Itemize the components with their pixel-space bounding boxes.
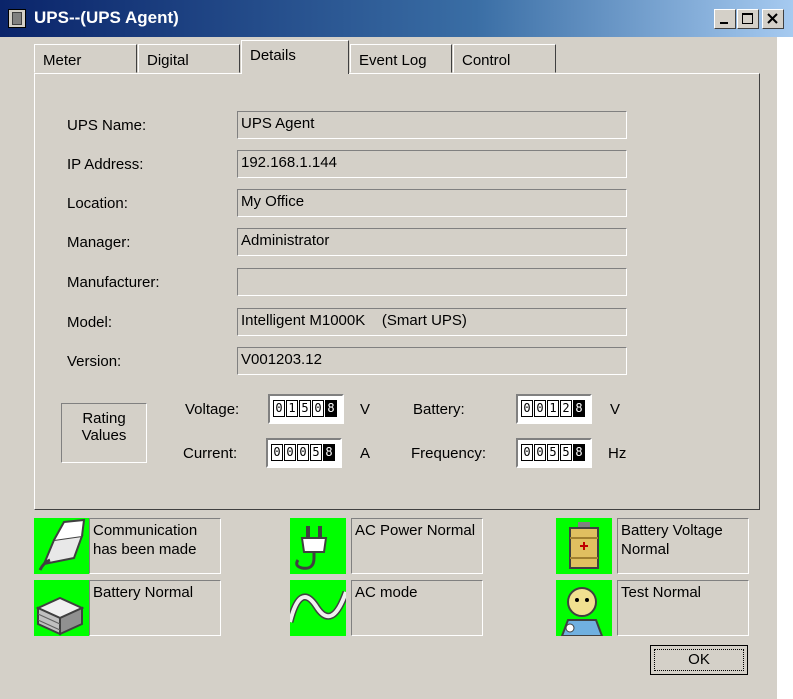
voltage-digit: 0: [312, 400, 324, 417]
ups-app-icon[interactable]: [8, 9, 26, 28]
model-label: Model:: [67, 314, 113, 331]
battery-counter: 0 0 1 2 8: [516, 394, 592, 424]
details-panel: UPS Name: UPS Agent IP Address: 192.168.…: [34, 73, 760, 510]
ok-button[interactable]: OK: [650, 645, 748, 675]
communication-status: Communication has been made: [89, 518, 221, 574]
close-icon: [767, 13, 778, 24]
ac-mode-status: AC mode: [351, 580, 483, 636]
frequency-unit: Hz: [608, 445, 627, 462]
window-title: UPS--(UPS Agent): [34, 8, 179, 27]
ok-button-label: OK: [654, 649, 744, 671]
status-text: Battery Voltage: [621, 522, 723, 539]
ip-address-label: IP Address:: [67, 156, 144, 173]
ip-address-field: 192.168.1.144: [237, 150, 627, 178]
tab-label: Meter: [43, 52, 82, 69]
rating-title-line2: Values: [81, 427, 127, 444]
frequency-counter: 0 0 5 5 8: [516, 438, 592, 468]
current-digit: 0: [284, 444, 296, 461]
tab-details[interactable]: Details: [241, 40, 349, 74]
manufacturer-label: Manufacturer:: [67, 274, 160, 291]
tab-label: Control: [462, 52, 511, 69]
test-person-icon: [556, 580, 612, 636]
frequency-label: Frequency:: [411, 445, 487, 462]
frequency-digit: 5: [560, 444, 572, 461]
manager-field: Administrator: [237, 228, 627, 256]
battery-digit: 0: [521, 400, 533, 417]
battery-voltage-icon: [556, 518, 612, 574]
frequency-digit: 0: [521, 444, 533, 461]
frequency-digit: 0: [534, 444, 546, 461]
tab-label: Digital: [147, 52, 189, 69]
sine-wave-icon: [290, 580, 346, 636]
tab-meter[interactable]: Meter: [34, 44, 137, 73]
tab-label: Event Log: [359, 52, 427, 69]
status-text: AC Power Normal: [355, 522, 476, 539]
title-bar[interactable]: UPS--(UPS Agent): [0, 0, 793, 37]
current-unit: A: [360, 445, 371, 462]
status-text: has been made: [93, 541, 197, 558]
test-status: Test Normal: [617, 580, 749, 636]
battery-label: Battery:: [413, 401, 465, 418]
battery-digit: 1: [547, 400, 559, 417]
current-digit: 0: [297, 444, 309, 461]
close-button[interactable]: [762, 9, 784, 29]
voltage-digit: 5: [299, 400, 311, 417]
current-counter: 0 0 0 5 8: [266, 438, 342, 468]
tab-label: Details: [250, 47, 296, 64]
version-label: Version:: [67, 353, 122, 370]
window-right-edge: [777, 37, 793, 699]
ups-agent-window: UPS--(UPS Agent) Meter Digital Details E…: [0, 0, 793, 699]
rating-values-box: Rating Values: [61, 403, 147, 463]
communication-cable-icon: [34, 518, 90, 574]
tab-control[interactable]: Control: [453, 44, 556, 73]
voltage-digit: 8: [325, 400, 337, 417]
status-text: Normal: [621, 541, 670, 558]
maximize-button[interactable]: [737, 9, 759, 29]
manufacturer-field: [237, 268, 627, 296]
rating-title-line1: Rating: [82, 410, 126, 427]
ups-name-label: UPS Name:: [67, 117, 147, 134]
battery-voltage-status: Battery Voltage Normal: [617, 518, 749, 574]
location-label: Location:: [67, 195, 128, 212]
manager-label: Manager:: [67, 234, 131, 251]
voltage-counter: 0 1 5 0 8: [268, 394, 344, 424]
current-digit: 8: [323, 444, 335, 461]
current-label: Current:: [183, 445, 238, 462]
voltage-digit: 1: [286, 400, 298, 417]
battery-digit: 8: [573, 400, 585, 417]
version-field: V001203.12: [237, 347, 627, 375]
frequency-digit: 8: [573, 444, 585, 461]
status-text: Battery Normal: [93, 584, 194, 601]
model-field: Intelligent M1000K (Smart UPS): [237, 308, 627, 336]
frequency-digit: 5: [547, 444, 559, 461]
minimize-icon: [720, 22, 728, 24]
minimize-button[interactable]: [714, 9, 736, 29]
status-text: AC mode: [355, 584, 418, 601]
status-text: Communication: [93, 522, 198, 539]
ac-plug-icon: [290, 518, 346, 574]
location-field: My Office: [237, 189, 627, 217]
ups-name-field: UPS Agent: [237, 111, 627, 139]
voltage-digit: 0: [273, 400, 285, 417]
tab-event-log[interactable]: Event Log: [350, 44, 452, 73]
battery-status: Battery Normal: [89, 580, 221, 636]
battery-stack-icon: [34, 580, 90, 636]
battery-digit: 2: [560, 400, 572, 417]
current-digit: 5: [310, 444, 322, 461]
tab-digital[interactable]: Digital: [138, 44, 240, 73]
ac-power-status: AC Power Normal: [351, 518, 483, 574]
battery-digit: 0: [534, 400, 546, 417]
status-text: Test Normal: [621, 584, 702, 601]
voltage-label: Voltage:: [185, 401, 240, 418]
maximize-icon: [742, 13, 753, 24]
battery-unit: V: [610, 401, 621, 418]
voltage-unit: V: [360, 401, 371, 418]
current-digit: 0: [271, 444, 283, 461]
